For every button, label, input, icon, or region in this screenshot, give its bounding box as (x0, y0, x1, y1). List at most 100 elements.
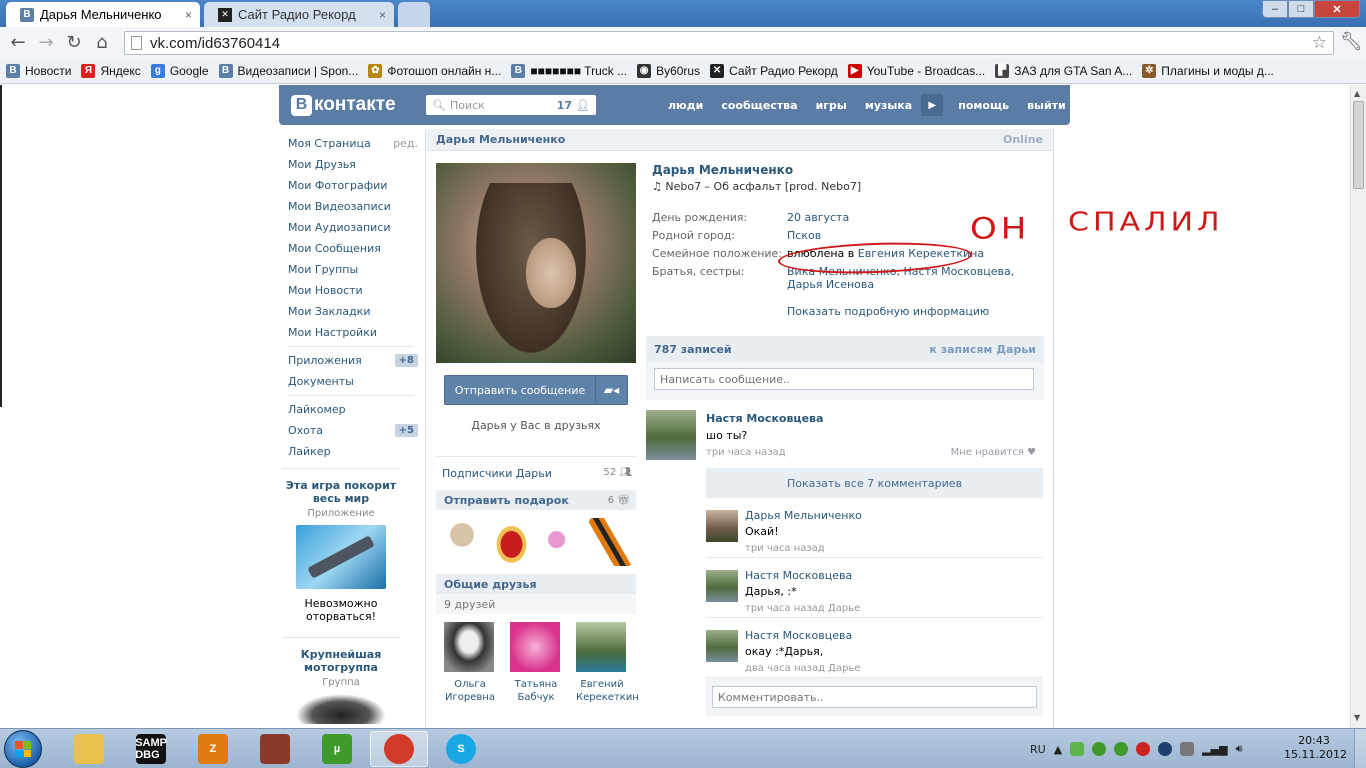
video-call-icon[interactable]: ▰◂ (595, 376, 627, 404)
menu-item[interactable]: Мои Сообщения (282, 238, 420, 259)
comment-author[interactable]: Настя Московцева (745, 569, 852, 582)
forward-arrow-icon[interactable]: → (32, 29, 60, 57)
wall-count[interactable]: 787 записей (654, 343, 732, 356)
language-indicator[interactable]: RU (1030, 743, 1046, 756)
scroll-up-icon[interactable]: ▲ (1354, 89, 1360, 98)
gift-ribbon[interactable] (588, 518, 632, 566)
taskbar-explorer[interactable] (60, 731, 118, 767)
menu-item[interactable]: Приложения +8 (282, 350, 420, 371)
menu-item[interactable]: Мои Группы (282, 259, 420, 280)
nav-games[interactable]: игры (807, 99, 856, 112)
menu-item[interactable]: Мои Настройки (282, 322, 420, 343)
profile-music-status[interactable]: ♫ Nebo7 – Об асфальт [prod. Nebo7] (646, 180, 1044, 193)
nav-people[interactable]: люди (659, 99, 712, 112)
bookmark-item[interactable]: ✿ Фотошоп онлайн н... (368, 63, 501, 78)
play-icon[interactable]: ▶ (921, 94, 944, 116)
wall-post-input[interactable] (654, 368, 1034, 390)
send-gift-header[interactable]: Отправить подарок 6 🎁︎ (436, 490, 636, 510)
subscribers-link[interactable]: Подписчики Дарьи 52 👥︎ (436, 456, 636, 480)
show-all-comments-button[interactable]: Показать все 7 комментариев (706, 468, 1043, 498)
bookmark-star-icon[interactable]: ☆ (1312, 33, 1327, 53)
bookmark-item[interactable]: В Новости (6, 63, 71, 78)
menu-item[interactable]: Мои Аудиозаписи (282, 217, 420, 238)
bookmark-item[interactable]: ✲ Плагины и моды д... (1142, 63, 1274, 78)
comment-author[interactable]: Настя Московцева (745, 629, 852, 642)
gift-orchid[interactable] (539, 518, 583, 566)
usb-icon[interactable] (1180, 742, 1195, 756)
maximize-button[interactable]: □ (1288, 0, 1314, 18)
bookmark-item[interactable]: Я Яндекс (81, 63, 141, 78)
comment-time[interactable]: три часа назад Дарье (745, 603, 860, 614)
menu-item[interactable]: Мои Фотографии (282, 175, 420, 196)
home-icon[interactable]: ⌂ (88, 29, 116, 57)
profile-photo[interactable] (436, 163, 636, 363)
ad-moto[interactable]: Крупнейшая мотогруппа Группа (282, 637, 400, 728)
post-time[interactable]: три часа назад (706, 447, 786, 458)
menu-item[interactable]: Мои Новости (282, 280, 420, 301)
comment-input[interactable] (712, 686, 1037, 708)
menu-item[interactable]: Мои Видеозаписи (282, 196, 420, 217)
taskbar-chrome[interactable] (370, 731, 428, 767)
tray-app-icon[interactable] (1136, 742, 1151, 756)
address-bar[interactable]: vk.com/id63760414 ☆ (124, 31, 1334, 55)
bookmark-item[interactable]: g Google (150, 63, 209, 78)
close-window-button[interactable]: ✕ (1314, 0, 1360, 18)
new-tab-button[interactable] (398, 2, 430, 27)
nav-logout[interactable]: выйти (1018, 99, 1075, 112)
wrench-menu-icon[interactable]: 🔧︎ (1340, 31, 1363, 52)
show-desktop-button[interactable] (1354, 729, 1366, 768)
tray-app-icon[interactable] (1158, 742, 1173, 756)
menu-item[interactable]: Охота +5 (282, 420, 420, 441)
ad-game[interactable]: Эта игра покорит весь мир Приложение Нев… (282, 468, 400, 629)
gift-cake[interactable] (489, 518, 533, 566)
back-arrow-icon[interactable]: ← (4, 29, 32, 57)
close-tab-icon[interactable]: × (185, 8, 192, 22)
menu-item[interactable]: Мои Закладки (282, 301, 420, 322)
post-author-photo[interactable] (646, 410, 696, 460)
send-message-button[interactable]: Отправить сообщение ▰◂ (444, 375, 628, 405)
tray-app-icon[interactable] (1070, 742, 1085, 756)
menu-item[interactable]: Лайкомер (282, 399, 420, 420)
bookmark-item[interactable]: В ■■■■■■■ Truck ... (511, 63, 627, 78)
show-more-info-link[interactable]: Показать подробную информацию (646, 305, 1044, 318)
scroll-thumb[interactable] (1353, 101, 1364, 189)
comment-author-photo[interactable] (706, 510, 738, 542)
bookmark-item[interactable]: ◉ By60rus (637, 63, 700, 78)
post-author[interactable]: Настя Московцева (706, 412, 823, 425)
scroll-down-icon[interactable]: ▼ (1354, 713, 1360, 722)
friend-item[interactable]: Ольга Игоревна (444, 622, 496, 704)
comment-author-photo[interactable] (706, 630, 738, 662)
bookmark-item[interactable]: ▶ YouTube - Broadcas... (847, 63, 985, 78)
comment-author[interactable]: Дарья Мельниченко (745, 509, 862, 522)
comment-author-photo[interactable] (706, 570, 738, 602)
tab-darya[interactable]: В Дарья Мельниченко × (6, 2, 200, 27)
taskbar-game[interactable] (246, 731, 304, 767)
signal-icon[interactable]: ▂▄▆ (1202, 743, 1227, 756)
reload-icon[interactable]: ↻ (60, 29, 88, 57)
gift-troll[interactable] (440, 518, 484, 566)
taskbar-samp[interactable]: SAMP DBG (122, 731, 180, 767)
comment-time[interactable]: два часа назад Дарье (745, 663, 861, 674)
menu-item[interactable]: Документы (282, 371, 420, 392)
nav-music[interactable]: музыка (856, 99, 921, 112)
nav-communities[interactable]: сообщества (712, 99, 806, 112)
bookmark-item[interactable]: ✕ Сайт Радио Рекорд (710, 63, 838, 78)
vertical-scrollbar[interactable]: ▲ ▼ (1350, 85, 1366, 728)
wall-owner-link[interactable]: к записям Дарьи (929, 343, 1036, 356)
common-friends-header[interactable]: Общие друзья (436, 574, 636, 594)
friend-item[interactable]: Татьяна Бабчук (510, 622, 562, 704)
friend-item[interactable]: Евгений Керекеткин (576, 622, 639, 704)
tray-app-icon[interactable] (1114, 742, 1129, 756)
like-button[interactable]: Мне нравится ♥ (951, 447, 1036, 458)
clock[interactable]: 20:43 15.11.2012 (1284, 734, 1347, 762)
taskbar-utorrent[interactable]: µ (308, 731, 366, 767)
volume-icon[interactable]: 🔊︎ (1236, 742, 1243, 756)
taskbar-skype[interactable]: S (432, 731, 490, 767)
menu-item[interactable]: Мои Друзья (282, 154, 420, 175)
tray-app-icon[interactable] (1092, 742, 1107, 756)
bookmark-item[interactable]: В Видеозаписи | Spon... (218, 63, 358, 78)
menu-item[interactable]: Моя Страница ред. (282, 133, 420, 154)
vk-logo[interactable]: В контакте (291, 94, 396, 116)
search-input[interactable]: 🔍︎ Поиск 17 👤︎ (426, 95, 596, 115)
close-tab-icon[interactable]: × (379, 8, 386, 22)
